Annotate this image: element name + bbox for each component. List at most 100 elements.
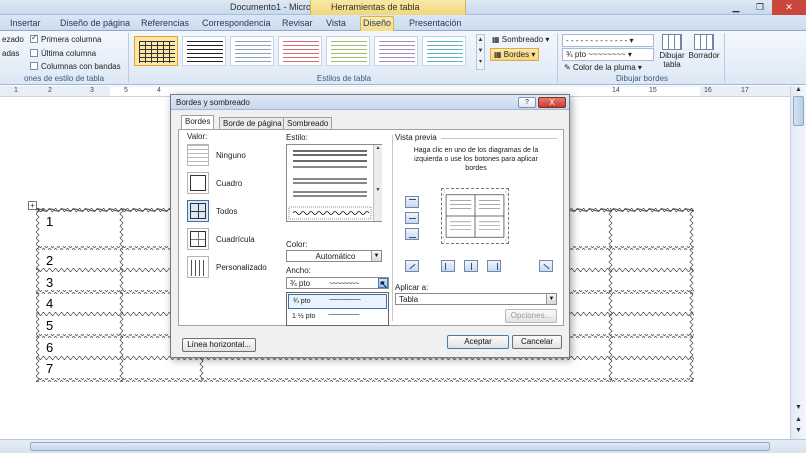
- color-label: Color:: [286, 240, 308, 249]
- setting-box[interactable]: Cuadro: [187, 172, 267, 196]
- setting-all-icon: [187, 200, 209, 222]
- draw-table-button[interactable]: Dibujar tabla: [655, 34, 689, 69]
- pen-style-select[interactable]: - - - - - - - - - - - - - ▾: [562, 34, 654, 47]
- option-banded-columns[interactable]: Columnas con bandas: [30, 62, 121, 71]
- tab-diseno[interactable]: Diseño: [360, 16, 394, 32]
- horizontal-line-button[interactable]: Línea horizontal...: [182, 338, 256, 352]
- setting-all[interactable]: Todos: [187, 200, 267, 224]
- scroll-thumb[interactable]: [793, 96, 804, 126]
- setting-custom-icon: [187, 256, 209, 278]
- tab-vista[interactable]: Vista: [326, 17, 346, 31]
- tab-sombreado[interactable]: Sombreado: [283, 117, 333, 129]
- checkbox-icon[interactable]: [30, 49, 38, 57]
- table-cell-label: 5: [46, 318, 54, 333]
- minimize-icon[interactable]: ▁: [724, 0, 748, 15]
- setting-box-icon: [187, 172, 209, 194]
- tab-diseno-pagina[interactable]: Diseño de página: [60, 17, 130, 31]
- apply-to-label: Aplicar a:: [395, 283, 429, 292]
- context-tab-group-label: Herramientas de tabla: [331, 2, 420, 12]
- setting-custom[interactable]: Personalizado: [187, 256, 267, 280]
- width-option[interactable]: ¾ pto ~~~~~~~~~~: [288, 294, 387, 309]
- border-preview[interactable]: [441, 188, 509, 244]
- borders-panel: Valor: Ninguno Cuadro Todos Cuadrícula P…: [178, 129, 564, 352]
- diagonal-up-border-button[interactable]: [539, 260, 553, 272]
- style-list-scrollbar[interactable]: ▲ ▼: [373, 145, 382, 221]
- inside-horizontal-border-button[interactable]: [405, 212, 419, 224]
- table-style-thumb[interactable]: [326, 36, 370, 66]
- table-style-thumb[interactable]: [422, 36, 466, 66]
- draw-table-icon: [662, 34, 682, 50]
- setting-grid[interactable]: Cuadrícula: [187, 228, 267, 252]
- dialog-close-button[interactable]: X: [538, 97, 566, 108]
- checkbox-icon[interactable]: [30, 62, 38, 70]
- setting-none-icon: [187, 144, 209, 166]
- chevron-down-icon[interactable]: ▼: [546, 294, 556, 304]
- apply-to-select[interactable]: Tabla ▼: [395, 293, 557, 305]
- tab-revisar[interactable]: Revisar: [282, 17, 313, 31]
- option-first-column[interactable]: Primera columna: [30, 33, 101, 44]
- pen-weight-select[interactable]: ¾ pto ~~~~~~~~ ▾: [562, 48, 654, 61]
- line-style-list[interactable]: ▲ ▼: [286, 144, 382, 222]
- gallery-scroll-icon[interactable]: ▲ ▼ ▾: [476, 34, 485, 70]
- table-style-thumb[interactable]: [278, 36, 322, 66]
- tab-insertar[interactable]: Insertar: [10, 17, 41, 31]
- checkbox-checked-icon[interactable]: [30, 33, 38, 43]
- table-cell-label: 1: [46, 214, 54, 229]
- width-dropdown-list: ¾ pto ~~~~~~~~~~ 1 ½ pto ~~~~~~~~~~: [286, 292, 389, 326]
- scroll-down-icon[interactable]: ▼: [793, 404, 804, 411]
- table-cell-label: 2: [46, 253, 54, 268]
- setting-none[interactable]: Ninguno: [187, 144, 267, 168]
- help-button[interactable]: ?: [518, 97, 536, 108]
- previous-page-icon[interactable]: ▲: [793, 416, 804, 423]
- ribbon-tabs: Insertar Diseño de página Referencias Co…: [0, 15, 806, 32]
- eraser-button[interactable]: Borrador: [688, 34, 720, 60]
- tab-borde-pagina[interactable]: Borde de página: [219, 117, 286, 129]
- title-bar: Documento1 - Microsoft Word Herramientas…: [0, 0, 806, 15]
- ribbon: ezado Primera columna adas Última column…: [0, 31, 806, 85]
- options-button[interactable]: Opciones...: [505, 309, 557, 323]
- table-style-thumb[interactable]: [374, 36, 418, 66]
- ok-button[interactable]: Aceptar: [447, 335, 509, 349]
- tab-correspondencia[interactable]: Correspondencia: [202, 17, 271, 31]
- option-banded-rows[interactable]: adas: [2, 49, 19, 58]
- right-border-button[interactable]: [487, 260, 501, 272]
- width-select[interactable]: ¾ pto ~~~~~~~~ ▼: [286, 277, 389, 289]
- color-select[interactable]: Automático ▼: [286, 250, 382, 262]
- tab-referencias[interactable]: Referencias: [141, 17, 189, 31]
- vertical-scrollbar[interactable]: ▲ ▼ ▲ ▼: [790, 86, 806, 439]
- option-header-row[interactable]: ezado: [2, 35, 24, 44]
- borders-button[interactable]: ▦ Bordes ▾: [490, 48, 540, 61]
- mouse-cursor-icon: ↖: [379, 279, 389, 291]
- setting-grid-icon: [187, 228, 209, 250]
- inside-vertical-border-button[interactable]: [464, 260, 478, 272]
- top-border-button[interactable]: [405, 196, 419, 208]
- hscroll-thumb[interactable]: [30, 442, 770, 451]
- cancel-button[interactable]: Cancelar: [512, 335, 562, 349]
- horizontal-scrollbar[interactable]: [0, 439, 806, 453]
- next-page-icon[interactable]: ▼: [793, 427, 804, 434]
- table-style-thumb[interactable]: [182, 36, 226, 66]
- table-style-thumb[interactable]: [134, 36, 178, 66]
- table-cell-label: 7: [46, 361, 54, 376]
- table-cell-label: 3: [46, 275, 54, 290]
- width-option[interactable]: 1 ½ pto ~~~~~~~~~~: [288, 310, 387, 325]
- option-last-column[interactable]: Última columna: [30, 49, 96, 58]
- diagonal-down-border-button[interactable]: [405, 260, 419, 272]
- scroll-up-icon[interactable]: ▲: [793, 86, 804, 93]
- pen-color-button[interactable]: ✎ Color de la pluma ▾: [564, 63, 642, 72]
- close-window-icon[interactable]: ✕: [772, 0, 806, 15]
- borders-shading-dialog: Bordes y sombreado ? X Bordes Borde de p…: [170, 94, 570, 358]
- shading-button[interactable]: ▦ Sombreado ▾: [492, 35, 549, 44]
- eraser-icon: [694, 34, 714, 50]
- chevron-down-icon[interactable]: ▼: [371, 251, 381, 261]
- bottom-border-button[interactable]: [405, 228, 419, 240]
- tab-presentacion[interactable]: Presentación: [409, 17, 462, 31]
- preview-instructions: Haga clic en uno de los diagramas de la …: [413, 147, 539, 172]
- left-border-button[interactable]: [441, 260, 455, 272]
- line-style-options[interactable]: [287, 145, 373, 221]
- dialog-title-bar[interactable]: Bordes y sombreado: [171, 95, 569, 110]
- tab-bordes[interactable]: Bordes: [181, 115, 215, 130]
- table-style-thumb[interactable]: [230, 36, 274, 66]
- dialog-title: Bordes y sombreado: [176, 98, 250, 107]
- maximize-icon[interactable]: ❐: [748, 0, 772, 15]
